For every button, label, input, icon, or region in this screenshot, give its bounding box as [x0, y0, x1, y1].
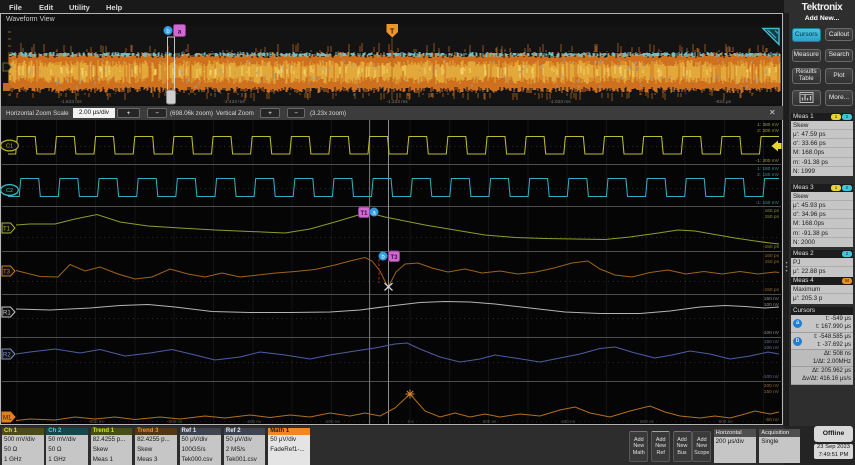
svg-text:-800 ns: -800 ns: [88, 419, 104, 424]
svg-text:-100 nV: -100 nV: [762, 330, 780, 336]
svg-text:150 nV: 150 nV: [764, 296, 780, 302]
svg-text:0 s: 0 s: [408, 419, 415, 424]
svg-text:100 nV: 100 nV: [764, 345, 780, 351]
svg-text:T3: T3: [390, 255, 398, 261]
svg-text:1: 180 mV: 1: 180 mV: [757, 166, 780, 172]
svg-text:-50 nV: -50 nV: [765, 417, 780, 423]
svg-text:150 nV: 150 nV: [764, 389, 780, 395]
svg-text:-600 ns: -600 ns: [167, 419, 183, 424]
svg-text:C2: C2: [6, 188, 13, 194]
svg-text:-1: 300 mV: -1: 300 mV: [756, 158, 780, 164]
svg-text:200 ns: 200 ns: [483, 419, 497, 424]
svg-text:-150 ps: -150 ps: [763, 287, 780, 293]
svg-text:C1: C1: [6, 144, 13, 150]
svg-text:T1: T1: [360, 211, 368, 217]
svg-text:160 ps: 160 ps: [765, 208, 780, 214]
svg-text:-150 ps: -150 ps: [763, 244, 780, 250]
svg-text:100 nV: 100 nV: [764, 302, 780, 308]
svg-text:800 ns: 800 ns: [719, 419, 733, 424]
svg-text:150 ps: 150 ps: [765, 214, 780, 220]
svg-text:-400 ns: -400 ns: [246, 419, 262, 424]
svg-text:160 ps: 160 ps: [765, 253, 780, 259]
svg-text:200 nV: 200 nV: [764, 383, 780, 389]
svg-text:T1: T1: [3, 227, 11, 233]
svg-text:T3: T3: [3, 270, 11, 276]
svg-text:-100 nV: -100 nV: [762, 374, 780, 380]
svg-text:-200 ns: -200 ns: [324, 419, 340, 424]
svg-text:600 ns: 600 ns: [640, 419, 654, 424]
svg-text:2: 150 mV: 2: 150 mV: [757, 172, 780, 178]
svg-text:1: 380 mV: 1: 380 mV: [757, 122, 780, 128]
svg-text:150 ps: 150 ps: [765, 259, 780, 265]
svg-text:M1: M1: [3, 416, 12, 422]
svg-text:R1: R1: [3, 311, 11, 317]
svg-text:150 nV: 150 nV: [764, 339, 780, 345]
svg-text:R2: R2: [3, 353, 11, 359]
svg-text:2: 300 mV: 2: 300 mV: [757, 128, 780, 134]
svg-text:-1: 150 mV: -1: 150 mV: [756, 200, 780, 206]
svg-text:400 ns: 400 ns: [561, 419, 575, 424]
